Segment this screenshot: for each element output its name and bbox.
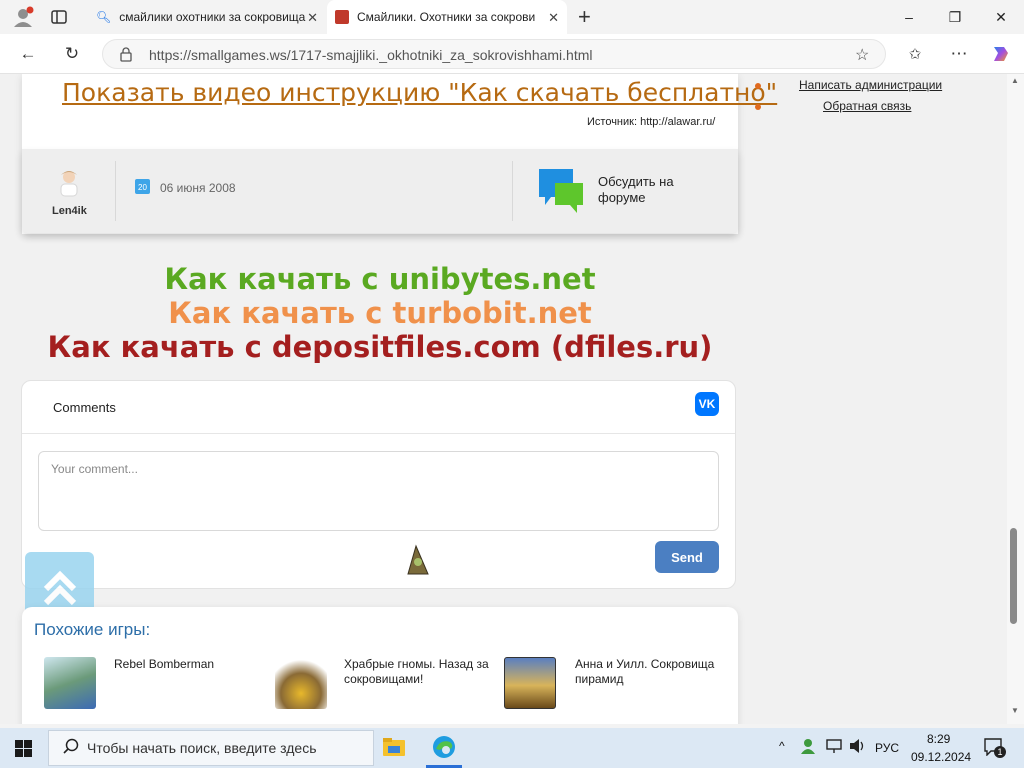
close-tab-icon[interactable]: ✕: [307, 10, 318, 26]
search-icon: 🔍︎: [96, 10, 112, 24]
bullet-icon: [755, 103, 761, 110]
file-explorer-icon[interactable]: [383, 737, 405, 757]
author-name[interactable]: Len4ik: [52, 205, 87, 217]
divider: [115, 161, 116, 221]
similar-games-title: Похожие игры:: [34, 620, 151, 639]
game-title[interactable]: Храбрые гномы. Назад за сокровищами!: [344, 657, 494, 687]
tab-active[interactable]: Смайлики. Охотники за сокрови ✕: [327, 0, 567, 34]
more-menu-icon[interactable]: ⋯: [945, 40, 973, 68]
bullet-icon: [755, 82, 761, 89]
article-info-bar: Len4ik 20 06 июня 2008 Обсудить на форум…: [22, 149, 738, 233]
similar-games-section: Похожие игры: Rebel Bomberman Храбрые гн…: [22, 607, 738, 724]
taskbar-search-placeholder: Чтобы начать поиск, введите здесь: [87, 740, 317, 756]
copilot-icon[interactable]: [990, 43, 1012, 65]
calendar-icon: 20: [135, 179, 150, 194]
tab-title: смайлики охотники за сокровища: [119, 10, 306, 24]
author-avatar[interactable]: [58, 169, 80, 197]
network-icon[interactable]: [826, 738, 844, 757]
restore-button[interactable]: ❐: [932, 0, 978, 34]
favorites-icon[interactable]: ✩: [901, 40, 929, 68]
divider: [512, 161, 513, 221]
url-field[interactable]: https://smallgames.ws/1717-smajjliki._ok…: [102, 39, 886, 69]
lock-icon[interactable]: [119, 46, 133, 67]
vk-icon[interactable]: VK: [695, 392, 719, 416]
alawar-favicon-icon: [335, 10, 349, 24]
tray-overflow-icon[interactable]: ^: [779, 739, 785, 753]
source-label: Источник: http://alawar.ru/: [587, 116, 716, 128]
search-icon: [63, 738, 79, 759]
language-indicator[interactable]: РУС: [875, 741, 899, 755]
volume-icon[interactable]: [849, 738, 867, 757]
comments-title: Comments: [53, 400, 116, 415]
comments-widget: Comments VK Your comment... Send: [21, 380, 736, 589]
notification-count: 1: [994, 746, 1006, 758]
page-viewport: Показать видео инструкцию "Как скачать б…: [0, 74, 1007, 724]
scroll-down-icon[interactable]: ▼: [1011, 706, 1019, 715]
discuss-forum-link[interactable]: Обсудить на форуме: [598, 174, 694, 206]
game-title[interactable]: Rebel Bomberman: [114, 657, 264, 672]
tab-actions-icon[interactable]: [50, 8, 68, 26]
game-title[interactable]: Анна и Уилл. Сокровища пирамид: [575, 657, 725, 687]
url-text: https://smallgames.ws/1717-smajjliki._ok…: [149, 47, 593, 63]
send-comment-button[interactable]: Send: [655, 541, 719, 573]
new-tab-button[interactable]: +: [578, 4, 591, 30]
close-window-button[interactable]: ✕: [978, 0, 1024, 34]
scrollbar-thumb[interactable]: [1010, 528, 1017, 624]
article-date: 06 июня 2008: [160, 181, 236, 195]
edge-browser-icon[interactable]: [432, 735, 456, 759]
windows-start-icon[interactable]: [15, 740, 32, 757]
game-thumbnail[interactable]: [44, 657, 96, 709]
calendar-day: 20: [138, 183, 147, 192]
forum-chat-icon[interactable]: [537, 167, 585, 215]
close-tab-icon[interactable]: ✕: [548, 10, 559, 26]
address-bar: ← ↻ https://smallgames.ws/1717-smajjliki…: [0, 34, 1024, 74]
howto-depositfiles-link[interactable]: Как качать с depositfiles.com (dfiles.ru…: [0, 330, 760, 364]
scroll-up-icon[interactable]: ▲: [1011, 76, 1019, 85]
user-tray-icon[interactable]: [800, 738, 818, 757]
game-thumbnail[interactable]: [275, 657, 327, 709]
howto-turbobit-link[interactable]: Как качать с turbobit.net: [0, 296, 760, 330]
back-button[interactable]: ←: [14, 40, 42, 68]
sidebar-item-contact-admin[interactable]: Написать администрации: [755, 78, 942, 92]
page-scrollbar[interactable]: ▲ ▼: [1007, 74, 1024, 724]
video-instruction-link[interactable]: Показать видео инструкцию "Как скачать б…: [62, 78, 777, 107]
sidebar-item-label[interactable]: Обратная связь: [823, 99, 911, 113]
divider: [22, 433, 735, 434]
clock-date[interactable]: 09.12.2024: [911, 750, 971, 764]
howto-unibytes-link[interactable]: Как качать с unibytes.net: [0, 262, 760, 296]
sidebar-item-label[interactable]: Написать администрации: [799, 78, 942, 92]
tab-title: Смайлики. Охотники за сокрови: [357, 10, 536, 24]
game-thumbnail[interactable]: [504, 657, 556, 709]
comment-textarea[interactable]: Your comment...: [38, 451, 719, 531]
notification-icon[interactable]: 1: [984, 738, 1006, 759]
clock-time[interactable]: 8:29: [927, 732, 950, 746]
sidebar-item-feedback[interactable]: Обратная связь: [755, 99, 911, 113]
minimize-button[interactable]: –: [886, 0, 932, 34]
windows-taskbar: Чтобы начать поиск, введите здесь ^ РУС …: [0, 728, 1024, 768]
tab-strip: 🔍︎ смайлики охотники за сокровища ✕ Смай…: [0, 0, 1024, 34]
reload-button[interactable]: ↻: [58, 40, 86, 68]
star-favorite-icon[interactable]: ☆: [855, 45, 869, 65]
game-cursor-icon: [406, 544, 432, 576]
profile-avatar-icon[interactable]: [12, 6, 34, 28]
taskbar-search-input[interactable]: Чтобы начать поиск, введите здесь: [48, 730, 374, 766]
tab-search[interactable]: 🔍︎ смайлики охотники за сокровища ✕: [86, 0, 326, 34]
